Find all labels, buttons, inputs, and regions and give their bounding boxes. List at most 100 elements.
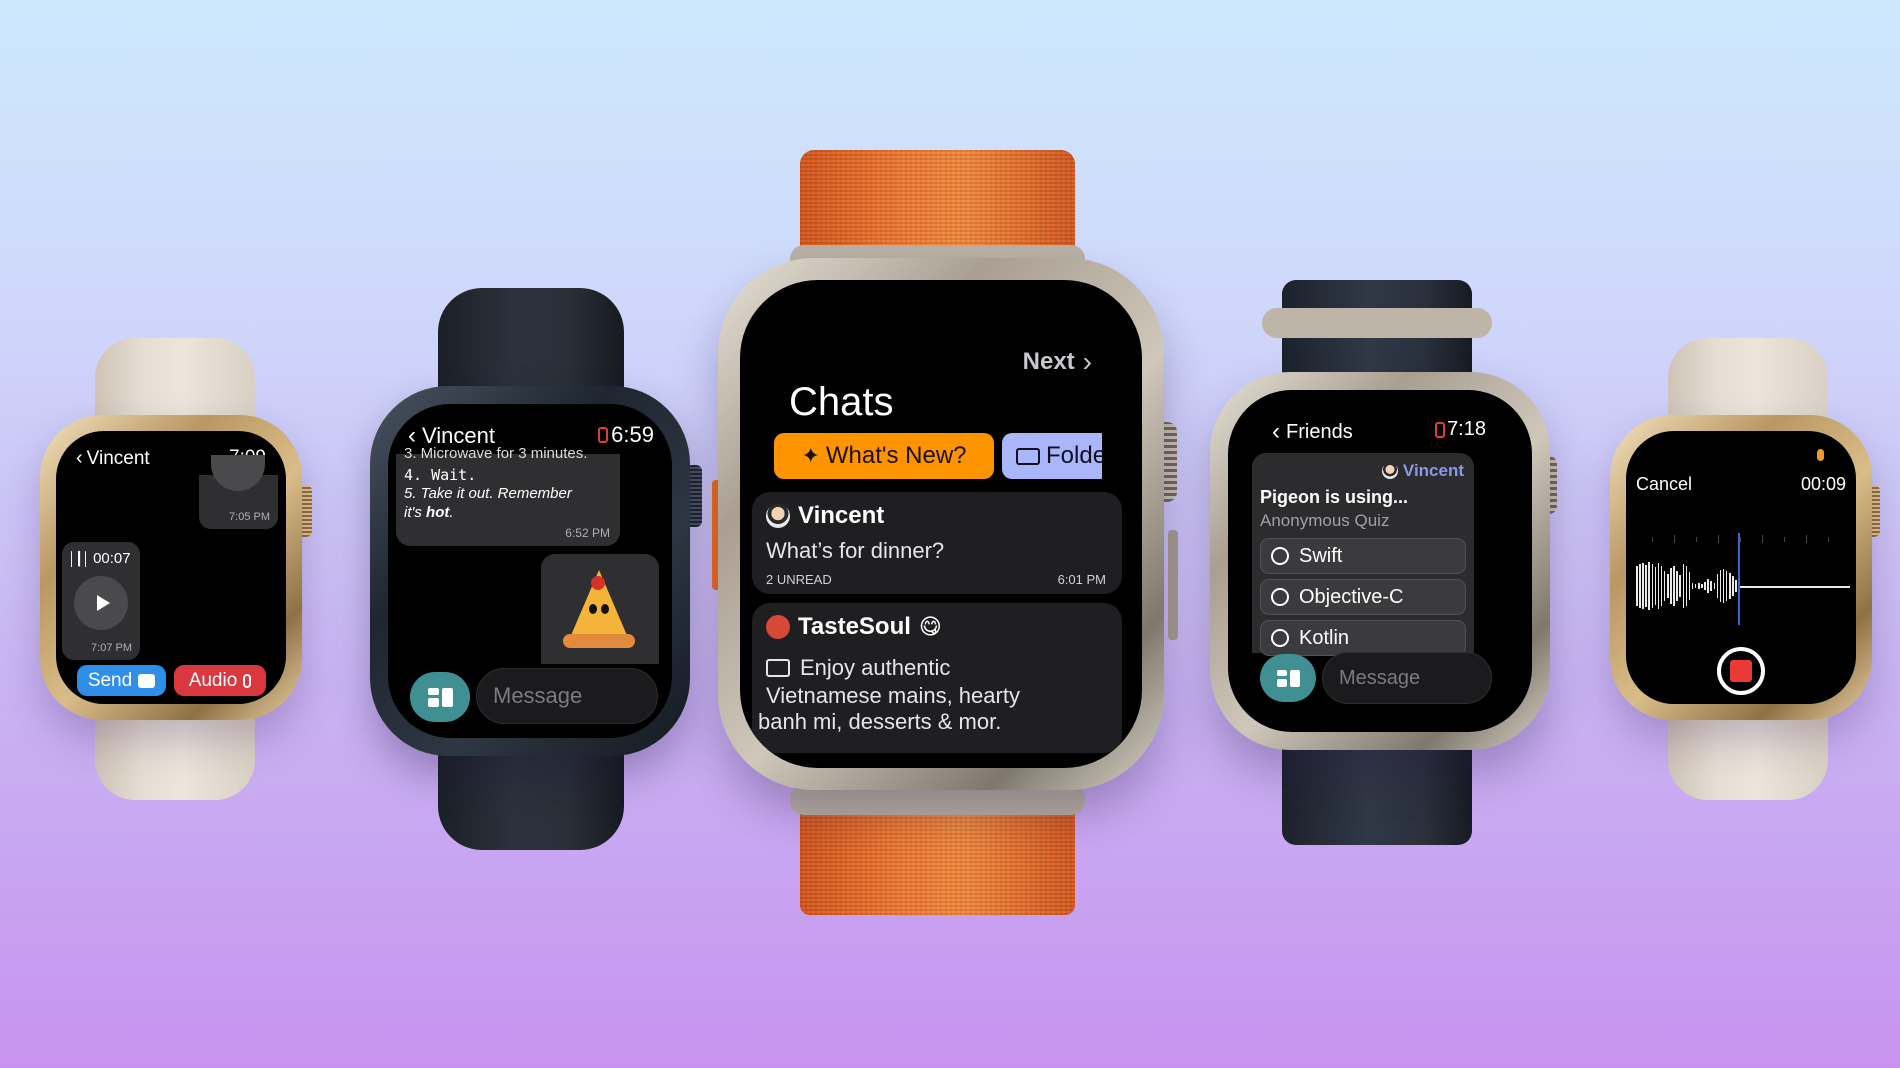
waveform-bar bbox=[1685, 566, 1688, 606]
chat-time: 6:01 PM bbox=[1057, 572, 1106, 587]
side-button bbox=[1168, 530, 1178, 640]
message-placeholder: Message bbox=[493, 683, 583, 708]
waveform-bar bbox=[1729, 573, 1731, 599]
message-input[interactable]: Message bbox=[476, 668, 658, 724]
chat-preview: What’s for dinner? bbox=[766, 538, 945, 563]
playhead[interactable] bbox=[1738, 533, 1740, 625]
stop-icon bbox=[1730, 660, 1752, 682]
watch-screen: Cancel 00:09 bbox=[1626, 431, 1856, 704]
emoji: 😋 bbox=[918, 614, 942, 639]
timeline-tick bbox=[1696, 537, 1697, 542]
message-line: 4. Wait. bbox=[404, 466, 477, 484]
watch-screen: ‹ Friends 7:18 Vincent Pigeon is using..… bbox=[1228, 390, 1532, 732]
apps-button[interactable] bbox=[410, 672, 470, 722]
waveform-bar bbox=[1719, 570, 1722, 602]
timeline-tick bbox=[1718, 535, 1719, 543]
waveform-bar bbox=[1691, 583, 1694, 589]
quiz-option-label: Objective-C bbox=[1299, 585, 1404, 608]
play-button[interactable] bbox=[211, 455, 265, 491]
message-input[interactable]: Message bbox=[1322, 652, 1492, 704]
quiz-question: Pigeon is using... bbox=[1260, 487, 1409, 507]
message-bubble-icon bbox=[138, 673, 156, 688]
watch-band-bottom bbox=[438, 740, 624, 850]
play-button[interactable] bbox=[74, 576, 128, 630]
quiz-option[interactable]: Objective-C bbox=[1260, 579, 1466, 615]
watch-band-bottom bbox=[1282, 735, 1472, 845]
waveform-bar bbox=[1704, 582, 1706, 590]
waveform-bar bbox=[1722, 569, 1725, 603]
chat-name: Vincent bbox=[798, 502, 885, 529]
avatar bbox=[766, 615, 790, 639]
chat-row-vincent[interactable]: Vincent What’s for dinner? 2 UNREAD 6:01… bbox=[752, 492, 1122, 594]
waveform-bar bbox=[1648, 562, 1650, 610]
text-message[interactable]: 3. Microwave for 3 minutes. 4. Wait. 5. … bbox=[396, 445, 620, 546]
quiz-option[interactable]: Kotlin bbox=[1260, 620, 1466, 656]
message-bold-text: hot bbox=[426, 504, 450, 521]
cancel-button[interactable]: Cancel bbox=[1636, 474, 1692, 495]
waveform-baseline bbox=[1738, 586, 1850, 588]
message-line: 5. Take it out. Remember bbox=[404, 485, 572, 502]
waveform-bar bbox=[1682, 564, 1685, 608]
quiz-option-label: Swift bbox=[1299, 544, 1343, 567]
back-button[interactable]: ‹ Vincent bbox=[76, 447, 150, 470]
waveform-bar bbox=[1679, 575, 1681, 597]
quiz-sender[interactable]: Vincent bbox=[1403, 461, 1464, 481]
phone-disconnected-icon bbox=[598, 427, 609, 443]
quiz-option[interactable]: Swift bbox=[1260, 538, 1466, 574]
send-label: Send bbox=[87, 669, 133, 691]
waveform-bar bbox=[1645, 565, 1647, 607]
clock-time: 6:59 bbox=[611, 422, 654, 447]
microphone-icon bbox=[243, 673, 252, 688]
quiz-card: Vincent Pigeon is using... Anonymous Qui… bbox=[1252, 453, 1474, 656]
next-button[interactable]: Next › bbox=[1023, 346, 1092, 378]
waveform-bar bbox=[1735, 580, 1737, 592]
clock-time: 7:18 bbox=[1447, 418, 1486, 440]
audio-message-left[interactable]: │┃│ 00:07 7:07 PM bbox=[62, 542, 140, 660]
stop-recording-button[interactable] bbox=[1717, 647, 1765, 695]
message-text: . bbox=[449, 504, 454, 521]
chevron-left-icon: ‹ bbox=[76, 447, 83, 469]
waveform-bar bbox=[1725, 571, 1728, 601]
waveform-bar bbox=[1667, 574, 1669, 598]
timeline-tick bbox=[1762, 535, 1763, 543]
waveform-bar bbox=[1698, 583, 1700, 589]
waveform-bar bbox=[1716, 574, 1719, 598]
waveform-bar bbox=[1688, 572, 1691, 600]
audio-button[interactable]: Audio bbox=[174, 665, 266, 696]
timeline-tick bbox=[1828, 537, 1829, 542]
sticker-pepperoni bbox=[591, 576, 605, 590]
waveform bbox=[1632, 531, 1850, 641]
radio-icon bbox=[1271, 629, 1289, 647]
chevron-right-icon: › bbox=[1082, 346, 1092, 377]
waveform-bar bbox=[1673, 566, 1675, 606]
quiz-option-label: Kotlin bbox=[1299, 626, 1350, 649]
audio-duration: 00:07 bbox=[93, 550, 131, 567]
back-label: Friends bbox=[1286, 420, 1353, 443]
message-timestamp: 7:07 PM bbox=[91, 642, 132, 654]
chip-whats-new[interactable]: ✦ What's New? bbox=[774, 433, 994, 479]
audio-message-right[interactable]: 7:05 PM bbox=[199, 455, 278, 529]
sticker-crust bbox=[563, 634, 635, 648]
waveform-bar bbox=[1676, 571, 1678, 601]
waveform-bar bbox=[1636, 566, 1638, 606]
message-line-cut: 3. Microwave for 3 minutes. bbox=[404, 445, 588, 462]
chat-row-tastesoul[interactable]: TasteSoul 😋 Enjoy authentic Vietnamese m… bbox=[752, 603, 1122, 753]
band-lug bbox=[1262, 308, 1492, 338]
watch-screen: Next › Chats ✦ What's New? Folders Vince… bbox=[740, 280, 1142, 768]
timeline-tick bbox=[1740, 537, 1741, 542]
sticker-face bbox=[589, 604, 609, 622]
back-button[interactable]: ‹ Friends bbox=[1272, 418, 1353, 446]
send-button[interactable]: Send bbox=[77, 665, 166, 696]
waveform-bar bbox=[1694, 584, 1697, 588]
audio-label: Audio bbox=[188, 669, 238, 691]
sticker-message[interactable] bbox=[541, 554, 659, 664]
grid-icon bbox=[427, 687, 453, 707]
apps-button[interactable] bbox=[1260, 654, 1316, 702]
watch-screen: ‹ Vincent 6:59 3. Microwave for 3 minute… bbox=[388, 404, 672, 738]
timeline-tick bbox=[1784, 537, 1785, 542]
chip-label: What's New? bbox=[825, 442, 967, 469]
play-icon bbox=[96, 595, 110, 611]
page-title: Chats bbox=[789, 380, 894, 424]
message-timestamp: 6:52 PM bbox=[565, 526, 610, 540]
waveform-bar bbox=[1732, 576, 1734, 596]
